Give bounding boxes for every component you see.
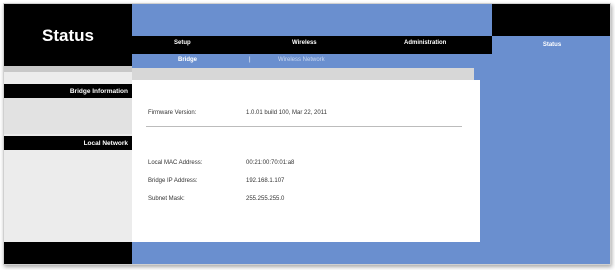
local-mac-label: Local MAC Address: <box>148 160 203 166</box>
help-panel <box>474 68 610 242</box>
help-panel-border <box>474 80 480 242</box>
bridge-ip-value: 192.168.1.107 <box>246 178 285 184</box>
title-block: Status <box>4 4 132 66</box>
footer-bar <box>132 242 610 264</box>
subtab-separator: | <box>249 57 251 63</box>
content-panel: Firmware Version: 1.0.01 build 100, Mar … <box>132 80 474 242</box>
subnet-mask-value: 255.255.255.0 <box>246 196 285 202</box>
main-tabbar: Setup Wireless Administration <box>132 36 492 54</box>
section-local-network: Local Network <box>4 136 132 150</box>
subnet-mask-label: Subnet Mask: <box>148 196 185 202</box>
tab-administration[interactable]: Administration <box>404 40 446 46</box>
sidebar-footer <box>4 242 132 264</box>
local-mac-value: 00:21:00:70:01:a8 <box>246 160 295 166</box>
section-bridge-information: Bridge Information <box>4 84 132 98</box>
subtab-bridge[interactable]: Bridge <box>178 57 197 63</box>
firmware-version-value: 1.0.01 build 100, Mar 22, 2011 <box>246 110 327 116</box>
tab-setup[interactable]: Setup <box>174 40 191 46</box>
router-status-page: Status Setup Wireless Administration Sta… <box>3 3 611 265</box>
sub-tabbar: Bridge | Wireless Network <box>132 54 610 68</box>
subtab-wireless-network[interactable]: Wireless Network <box>278 57 325 63</box>
header-banner <box>132 4 492 36</box>
section-divider <box>146 126 462 127</box>
page-title: Status <box>42 26 94 45</box>
header-corner <box>492 4 610 36</box>
firmware-version-label: Firmware Version: <box>148 110 197 116</box>
bridge-ip-label: Bridge IP Address: <box>148 178 198 184</box>
sidebar-top-separator <box>4 66 132 72</box>
tab-status[interactable]: Status <box>492 36 610 54</box>
sidebar-spacer <box>4 98 132 134</box>
tab-wireless[interactable]: Wireless <box>292 40 317 46</box>
